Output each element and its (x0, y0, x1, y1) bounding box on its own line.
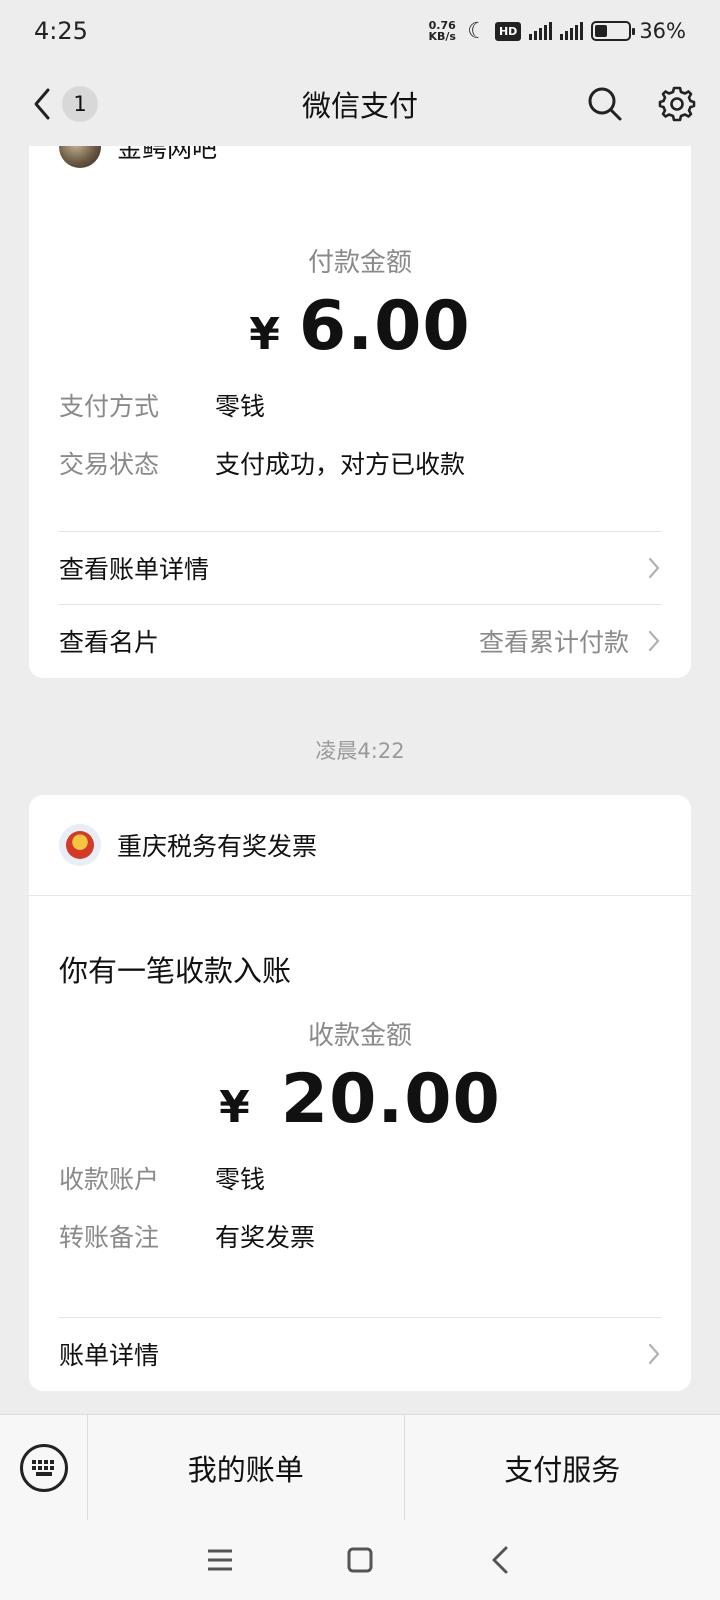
battery-fill (595, 25, 607, 37)
info-key: 支付方式 (59, 392, 160, 421)
signal-4g-icon (529, 22, 553, 40)
cumulative-payment-link[interactable]: 查看累计付款 (479, 623, 629, 659)
info-row: 转账备注 有奖发票 (29, 1207, 691, 1265)
my-bills-tab[interactable]: 我的账单 (88, 1415, 404, 1520)
chevron-right-icon (648, 557, 660, 579)
info-row: 交易状态 支付成功，对方已收款 (29, 434, 691, 492)
currency-symbol: ¥ (219, 1082, 251, 1133)
recents-button[interactable] (200, 1540, 240, 1580)
info-key: 转账备注 (59, 1223, 160, 1252)
info-key: 收款账户 (59, 1165, 160, 1194)
system-back-button[interactable] (480, 1540, 520, 1580)
link-label: 查看账单详情 (59, 555, 210, 584)
moon-icon: ☾ (467, 18, 487, 44)
gear-icon (658, 86, 696, 122)
info-row: 支付方式 零钱 (29, 376, 691, 434)
bill-details-link[interactable]: 账单详情 (29, 1318, 691, 1390)
payment-services-tab[interactable]: 支付服务 (403, 1415, 720, 1520)
keyboard-icon (31, 1459, 54, 1476)
info-value: 有奖发票 (215, 1223, 316, 1252)
link-label: 查看名片 (59, 628, 160, 657)
keyboard-toggle-button[interactable] (0, 1415, 88, 1520)
home-square-icon (347, 1547, 373, 1573)
hd-icon: HD (494, 21, 522, 41)
payment-card: 金鳄网吧 付款金额 ¥ 6.00 支付方式 零钱 交易状态 支付成功，对方已收款… (29, 146, 691, 678)
message-timestamp: 凌晨4:22 (315, 739, 405, 763)
menu-icon (208, 1549, 232, 1571)
currency-symbol: ¥ (249, 309, 281, 360)
chevron-right-icon (648, 630, 660, 652)
tax-emblem-avatar (59, 824, 101, 866)
info-row: 收款账户 零钱 (29, 1149, 691, 1207)
search-icon (588, 87, 622, 121)
receipt-headline: 你有一笔收款入账 (59, 954, 292, 988)
amount-number: 6.00 (298, 287, 471, 366)
amount-label: 收款金额 (307, 1021, 412, 1051)
info-value: 支付成功，对方已收款 (215, 450, 466, 479)
info-key: 交易状态 (59, 450, 160, 479)
view-bill-details-link[interactable]: 查看账单详情 (29, 532, 691, 604)
net-speed: 0.76 KB/s (428, 19, 456, 43)
search-button[interactable] (586, 85, 624, 123)
signal-5g-icon (560, 22, 584, 40)
back-button[interactable] (24, 84, 60, 124)
link-label: 账单详情 (59, 1341, 160, 1370)
info-value: 零钱 (215, 392, 266, 421)
amount-value: ¥ 6.00 (29, 287, 691, 366)
status-indicators: 0.76 KB/s ☾ HD 36% (425, 19, 686, 44)
bottom-menu-bar: 我的账单 支付服务 (0, 1414, 720, 1520)
amount-label: 付款金额 (307, 248, 412, 278)
settings-button[interactable] (658, 85, 696, 123)
receipt-card: 重庆税务有奖发票 你有一笔收款入账 收款金额 ¥ 20.00 收款账户 零钱 转… (29, 795, 691, 1391)
merchant-header[interactable]: 金鳄网吧 (29, 146, 247, 168)
merchant-avatar (59, 146, 101, 168)
merchant-name: 重庆税务有奖发票 (117, 832, 318, 861)
amount-number: 20.00 (280, 1060, 501, 1139)
view-business-card-link[interactable]: 查看名片 查看累计付款 (29, 605, 691, 677)
nav-bar: 1 微信支付 (0, 62, 720, 146)
system-nav-bar (0, 1520, 720, 1600)
back-arrow-icon (492, 1546, 508, 1574)
merchant-name: 金鳄网吧 (117, 146, 218, 163)
status-time: 4:25 (34, 17, 88, 45)
status-bar: 4:25 0.76 KB/s ☾ HD 36% (0, 0, 720, 62)
battery-percent: 36% (639, 19, 686, 43)
home-button[interactable] (340, 1540, 380, 1580)
merchant-header[interactable]: 重庆税务有奖发票 (29, 795, 691, 895)
unread-count-badge[interactable]: 1 (62, 86, 98, 122)
amount-value: ¥ 20.00 (29, 1060, 691, 1139)
battery-icon (591, 21, 636, 41)
info-value: 零钱 (215, 1165, 266, 1194)
chevron-left-icon (34, 88, 50, 120)
chevron-right-icon (648, 1343, 660, 1365)
